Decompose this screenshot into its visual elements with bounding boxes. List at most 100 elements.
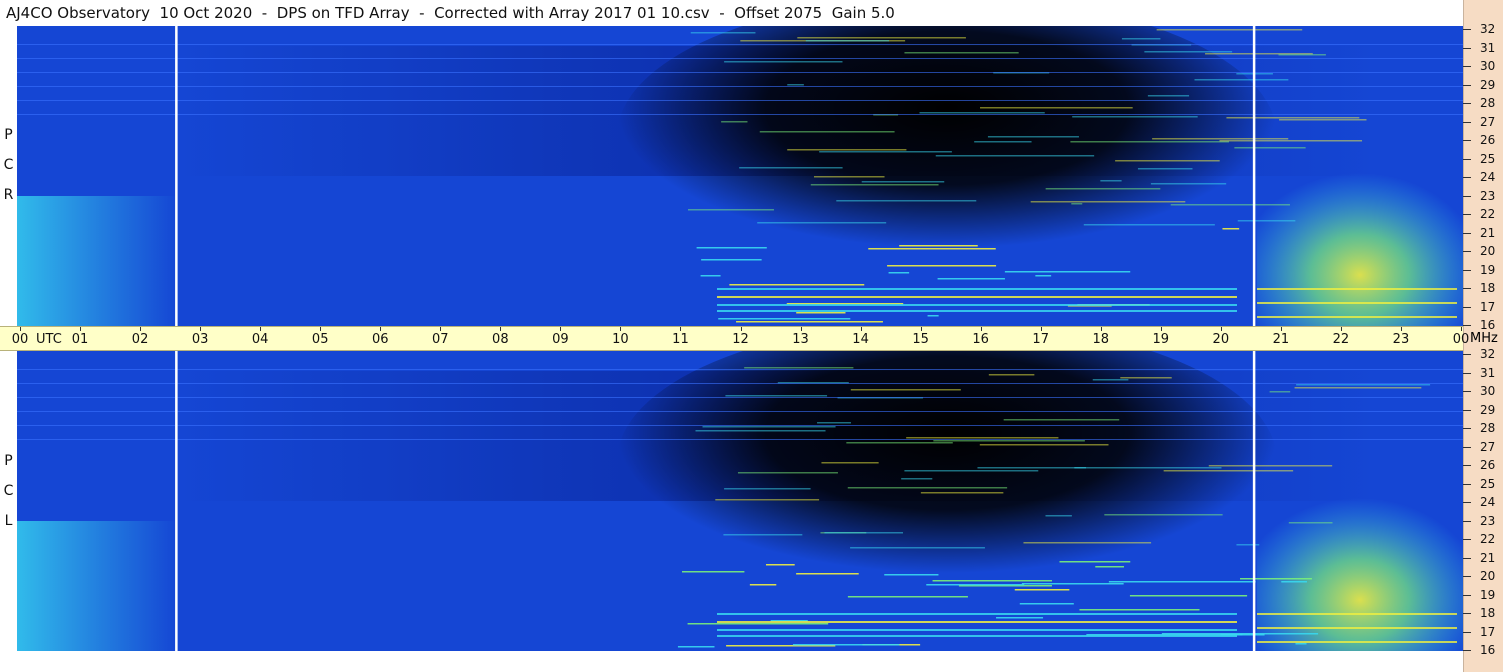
utc-tick-label: 06 <box>371 332 389 347</box>
utc-tick-label: 10 <box>612 332 629 347</box>
interference-line <box>1004 271 1131 273</box>
interference-line <box>927 315 939 317</box>
mhz-tick-mark <box>1463 502 1471 503</box>
interference-line <box>724 61 843 63</box>
interference-line <box>1295 643 1307 645</box>
interference-line <box>979 444 1109 446</box>
page-title: AJ4CO Observatory 10 Oct 2020 - DPS on T… <box>0 0 1503 26</box>
interference-line <box>974 141 1032 143</box>
interference-line <box>888 272 910 274</box>
utc-tick-mark <box>380 327 382 331</box>
mhz-tick-mark <box>1463 576 1471 577</box>
utc-tick-label: 03 <box>191 332 209 347</box>
mhz-tick-label: 26 <box>1480 458 1496 472</box>
utc-tick-label: 12 <box>732 332 749 347</box>
faint-channel-line <box>17 72 1463 73</box>
utc-tick-mark <box>620 327 622 331</box>
interference-line <box>904 52 1019 54</box>
interference-line <box>1072 116 1198 118</box>
faint-channel-line <box>17 100 1463 101</box>
utc-tick-label: 13 <box>792 332 809 347</box>
interference-line <box>819 151 952 153</box>
mhz-tick-mark <box>1463 66 1471 67</box>
interference-line <box>796 573 859 575</box>
interference-line <box>1100 180 1122 182</box>
mhz-tick-mark <box>1463 214 1471 215</box>
low-band-signal <box>717 296 1237 298</box>
mhz-tick-label: 31 <box>1480 365 1496 380</box>
utc-tick-mark <box>1220 327 1222 331</box>
evening-band-signal <box>1257 302 1457 304</box>
interference-line <box>847 487 1008 489</box>
interference-line <box>987 136 1079 138</box>
interference-line <box>821 462 879 464</box>
mhz-tick-mark <box>1463 539 1471 540</box>
evening-noise-region <box>1256 156 1463 326</box>
utc-tick-mark <box>1280 327 1282 331</box>
interference-line <box>1115 160 1220 162</box>
interference-line <box>792 644 900 646</box>
low-band-signal <box>717 304 1237 306</box>
mhz-tick-mark <box>1463 325 1471 326</box>
mhz-tick-mark <box>1463 650 1471 651</box>
utc-tick-label: 01 <box>71 332 89 347</box>
faint-channel-line <box>17 369 1463 370</box>
utc-tick-mark <box>680 327 682 331</box>
faint-channel-line <box>17 397 1463 398</box>
interference-line <box>696 247 767 249</box>
utc-tick-label: 20 <box>1212 332 1230 347</box>
mhz-tick-label: 29 <box>1480 77 1496 92</box>
utc-tick-mark <box>1461 327 1462 331</box>
low-band-signal <box>717 288 1237 290</box>
utc-tick-label: 18 <box>1092 332 1110 347</box>
interference-line <box>1156 29 1303 31</box>
mhz-tick-label: 22 <box>1480 532 1496 546</box>
interference-line <box>695 430 826 432</box>
interference-line <box>1104 514 1223 516</box>
evening-band-signal <box>1257 316 1457 318</box>
interference-line <box>1296 384 1431 386</box>
interference-line <box>850 547 985 549</box>
interference-line <box>1219 140 1363 142</box>
mhz-tick-label: 27 <box>1480 114 1496 129</box>
mhz-tick-label: 19 <box>1480 262 1496 277</box>
interference-line <box>1237 220 1296 222</box>
utc-tick-label: 09 <box>552 332 569 347</box>
spectrogram-lcp-svg <box>17 351 1463 651</box>
left-noise-glow <box>17 196 177 326</box>
interference-line <box>1019 603 1074 605</box>
interference-line <box>1121 38 1161 40</box>
mhz-tick-label: 31 <box>1480 40 1496 55</box>
interference-line <box>933 440 1085 442</box>
interference-line <box>932 580 1053 582</box>
faint-channel-line <box>17 58 1463 59</box>
interference-line <box>906 437 1059 439</box>
utc-tick-mark <box>1400 327 1402 331</box>
interference-line <box>1014 589 1070 591</box>
interference-line <box>1150 183 1227 185</box>
interference-line <box>736 321 883 323</box>
mhz-tick-label: 16 <box>1480 643 1496 657</box>
rcp-letter-2: R <box>3 187 14 203</box>
interference-line <box>1092 379 1129 381</box>
interference-line <box>765 564 795 566</box>
mhz-unit-label: MHz <box>1470 331 1498 346</box>
interference-line <box>1095 566 1124 568</box>
utc-tick-label: 22 <box>1332 332 1350 347</box>
utc-tick-label: 19 <box>1152 332 1170 347</box>
mhz-tick-label: 23 <box>1480 513 1496 528</box>
mhz-tick-mark <box>1463 446 1471 448</box>
interference-line <box>850 389 961 391</box>
faint-channel-line <box>17 411 1463 412</box>
mhz-tick-label: 17 <box>1480 299 1496 314</box>
mhz-tick-mark <box>1463 409 1471 411</box>
faint-channel-line <box>17 439 1463 440</box>
lcp-letter-1: C <box>3 483 14 499</box>
interference-line <box>1108 581 1256 583</box>
mhz-tick-label: 20 <box>1480 569 1496 583</box>
interference-line <box>904 470 1039 472</box>
interference-line <box>739 167 843 169</box>
interference-line <box>1269 391 1291 393</box>
utc-tick-label: 08 <box>492 332 509 347</box>
interference-line <box>737 472 838 474</box>
